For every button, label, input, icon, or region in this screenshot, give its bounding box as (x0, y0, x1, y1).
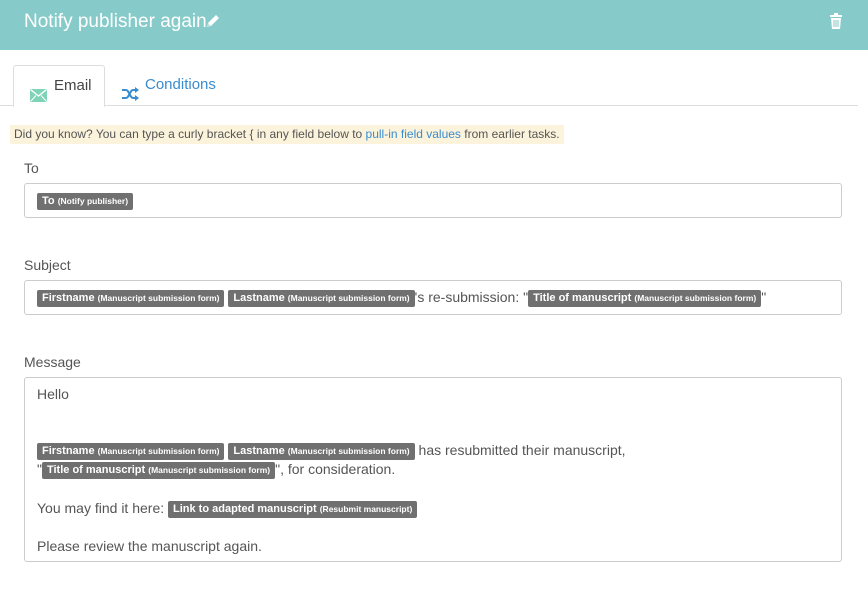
token-name: Link to adapted manuscript (173, 502, 317, 515)
shuffle-icon (122, 77, 139, 117)
token-source: (Manuscript submission form) (287, 292, 410, 303)
token-name: Title of manuscript (46, 463, 146, 476)
field-token[interactable]: Firstname (Manuscript submission form) (37, 442, 225, 460)
token-source: (Manuscript submission form) (148, 464, 271, 475)
field-token[interactable]: Lastname (Manuscript submission form) (228, 442, 415, 460)
field-token[interactable]: Firstname (Manuscript submission form) (37, 289, 225, 307)
subject-text: " (761, 289, 767, 305)
token-source: (Manuscript submission form) (97, 445, 220, 456)
tip-banner: Did you know? You can type a curly brack… (10, 125, 564, 144)
field-token[interactable]: Link to adapted manuscript (Resubmit man… (168, 500, 418, 518)
token-source: (Manuscript submission form) (97, 292, 220, 303)
token-source: (Manuscript submission form) (287, 445, 410, 456)
trash-icon[interactable] (830, 13, 846, 33)
token-name: Title of manuscript (533, 291, 632, 304)
token-name: Firstname (42, 444, 95, 457)
message-text: Please review the manuscript again. (37, 538, 262, 554)
to-label: To (24, 160, 39, 176)
token-source: (Notify publisher) (57, 195, 129, 206)
subject-text: 's re-submission: " (414, 289, 529, 305)
field-token[interactable]: Title of manuscript (Manuscript submissi… (528, 289, 762, 307)
tip-text-suffix: from earlier tasks. (460, 127, 560, 141)
message-text: ", for consideration. (275, 461, 396, 477)
token-name: To (42, 194, 55, 207)
to-field[interactable]: To (Notify publisher) (24, 183, 842, 218)
field-token[interactable]: Title of manuscript (Manuscript submissi… (41, 461, 276, 479)
token-name: Firstname (42, 291, 95, 304)
task-title[interactable]: Notify publisher again (24, 11, 207, 33)
tab-bar: Email Conditions (0, 65, 858, 107)
message-text: You may find it here: (37, 500, 169, 516)
token-name: Lastname (233, 444, 285, 457)
token-name: Lastname (233, 291, 285, 304)
pull-in-field-values-link[interactable]: pull-in field values (366, 127, 461, 141)
subject-field[interactable]: Firstname (Manuscript submission form) L… (24, 280, 842, 315)
tab-conditions-label: Conditions (145, 76, 216, 93)
message-label: Message (24, 354, 81, 370)
tab-email[interactable]: Email (13, 65, 105, 107)
message-greeting: Hello (37, 386, 69, 402)
task-header: Notify publisher again (0, 0, 868, 50)
message-text: has resubmitted their manuscript, (414, 442, 626, 458)
field-token[interactable]: To (Notify publisher) (37, 192, 134, 210)
token-source: (Resubmit manuscript) (319, 503, 413, 514)
field-token[interactable]: Lastname (Manuscript submission form) (228, 289, 415, 307)
subject-label: Subject (24, 257, 71, 273)
tab-conditions[interactable]: Conditions (118, 65, 228, 105)
pencil-icon[interactable] (205, 13, 223, 33)
tab-email-label: Email (54, 77, 92, 94)
token-source: (Manuscript submission form) (634, 292, 757, 303)
envelope-icon (30, 78, 47, 118)
message-field[interactable]: Hello Firstname (Manuscript submission f… (24, 377, 842, 562)
tip-text-prefix: Did you know? You can type a curly brack… (14, 127, 366, 141)
